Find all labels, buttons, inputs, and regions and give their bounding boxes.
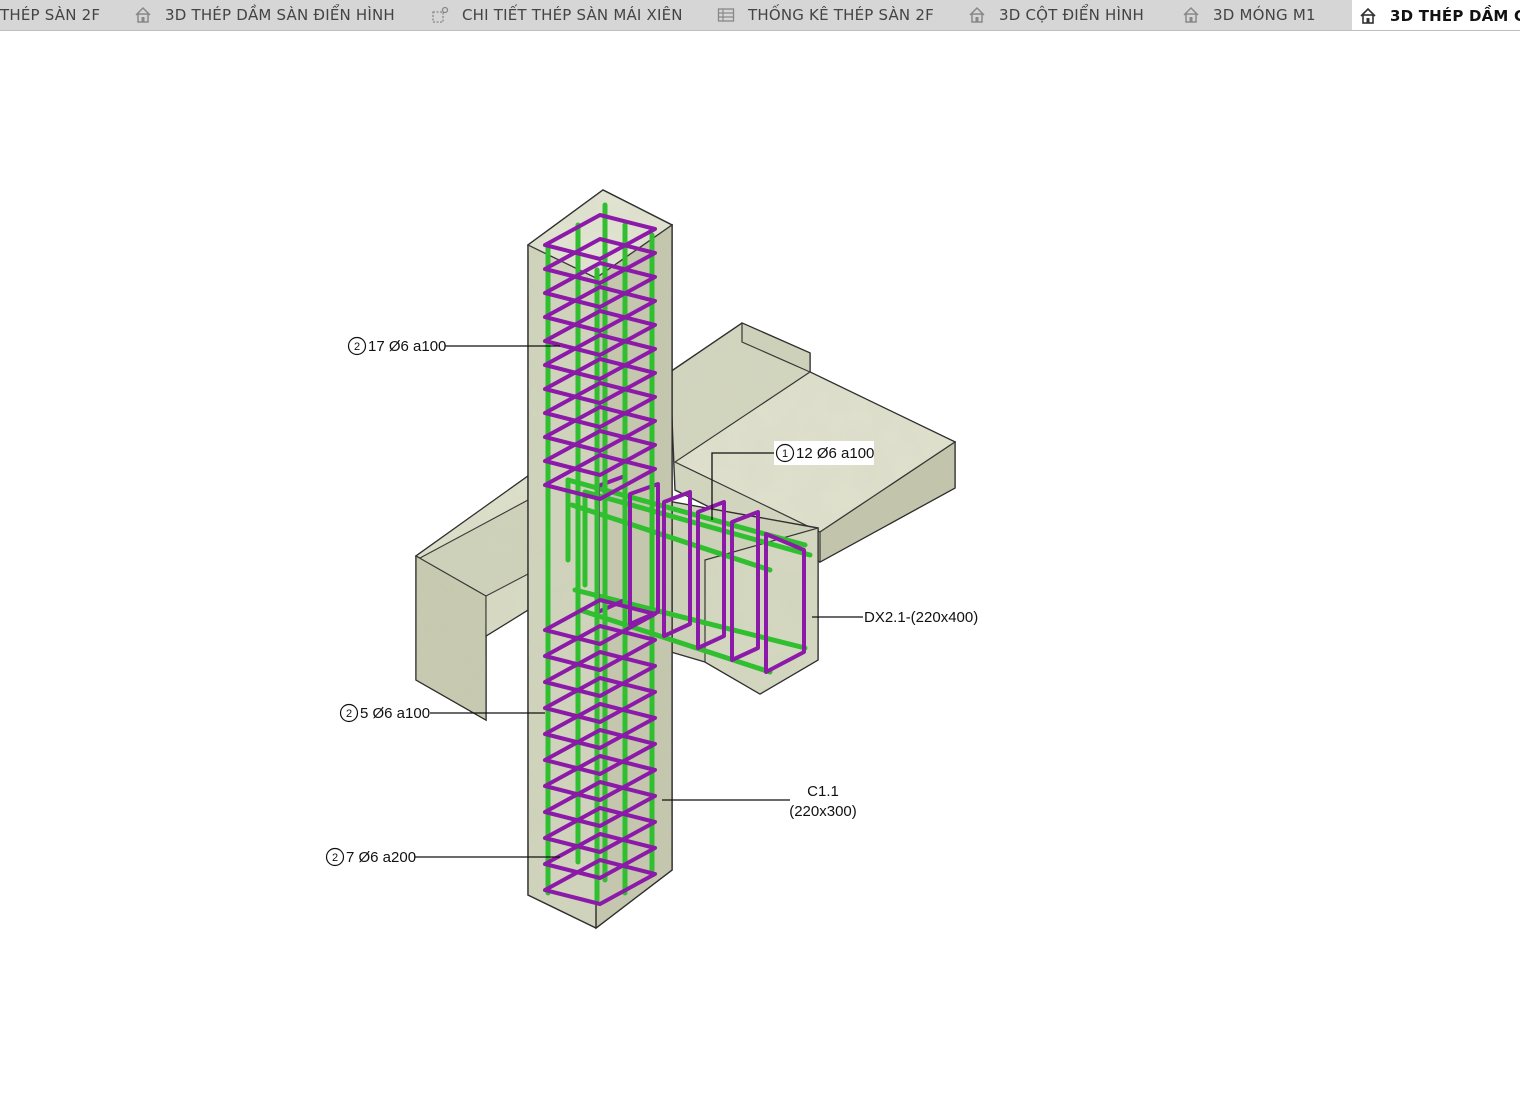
tab-3d-mong-m1[interactable]: 3D MÓNG M1 — [1181, 0, 1341, 30]
tab-label: THÉP SÀN 2F — [0, 6, 101, 24]
tag-text: 5 Ø6 a100 — [360, 705, 430, 722]
house-3d-icon — [1181, 5, 1201, 25]
rebar-3d-model: 2 17 Ø6 a100 1 12 Ø6 a100 DX2.1-(220x400… — [325, 189, 978, 930]
rebar-tag-12-a100[interactable]: 1 12 Ø6 a100 — [774, 441, 874, 465]
tab-3d-cot-dien-hinh[interactable]: 3D CỘT ĐIỂN HÌNH — [967, 0, 1167, 30]
tab-label: THỐNG KÊ THÉP SÀN 2F — [748, 6, 934, 24]
tab-label: 3D THÉP DẦM SÀN ĐIỂN HÌNH — [165, 6, 395, 24]
tag-number: 2 — [332, 852, 338, 864]
house-3d-icon — [1358, 6, 1378, 26]
section-view-icon — [430, 5, 450, 25]
tab-thong-ke-thep-san-2f[interactable]: THỐNG KÊ THÉP SÀN 2F — [716, 0, 956, 30]
rebar-tag-7-a200[interactable]: 2 7 Ø6 a200 — [325, 847, 417, 867]
tag-text: 17 Ø6 a100 — [368, 338, 446, 355]
tag-text: 7 Ø6 a200 — [346, 849, 416, 866]
house-3d-icon — [967, 5, 987, 25]
tab-3d-thep-dam-c-active[interactable]: 3D THÉP DẦM C — [1352, 0, 1520, 30]
beam-label[interactable]: DX2.1-(220x400) — [864, 609, 978, 626]
tab-label: 3D CỘT ĐIỂN HÌNH — [999, 6, 1144, 24]
tab-label: 3D MÓNG M1 — [1213, 6, 1316, 24]
schedule-table-icon — [716, 5, 736, 25]
column-label-size: (220x300) — [789, 803, 857, 820]
beam-label-text: DX2.1-(220x400) — [864, 609, 978, 626]
column-label[interactable]: C1.1 (220x300) — [789, 783, 857, 820]
tab-label: CHI TIẾT THÉP SÀN MÁI XIÊN — [462, 6, 683, 24]
tag-number: 1 — [782, 448, 788, 460]
view-tab-bar: THÉP SÀN 2F 3D THÉP DẦM SÀN ĐIỂN HÌNH CH… — [0, 0, 1520, 31]
rebar-tag-5-a100[interactable]: 2 5 Ø6 a100 — [339, 703, 431, 723]
column-label-name: C1.1 — [807, 783, 839, 800]
tab-label: 3D THÉP DẦM C — [1390, 6, 1520, 25]
tag-text: 12 Ø6 a100 — [796, 445, 874, 462]
tag-number: 2 — [354, 341, 360, 353]
house-3d-icon — [133, 5, 153, 25]
tag-number: 2 — [346, 708, 352, 720]
rebar-tag-17-a100[interactable]: 2 17 Ø6 a100 — [347, 336, 447, 356]
tab-thep-san-2f[interactable]: THÉP SÀN 2F — [0, 0, 118, 30]
tab-3d-thep-dam-san-dien-hinh[interactable]: 3D THÉP DẦM SÀN ĐIỂN HÌNH — [133, 0, 418, 30]
tab-chi-tiet-thep-san-mai-xien[interactable]: CHI TIẾT THÉP SÀN MÁI XIÊN — [430, 0, 705, 30]
3d-view-canvas[interactable]: 2 17 Ø6 a100 1 12 Ø6 a100 DX2.1-(220x400… — [0, 31, 1520, 1105]
